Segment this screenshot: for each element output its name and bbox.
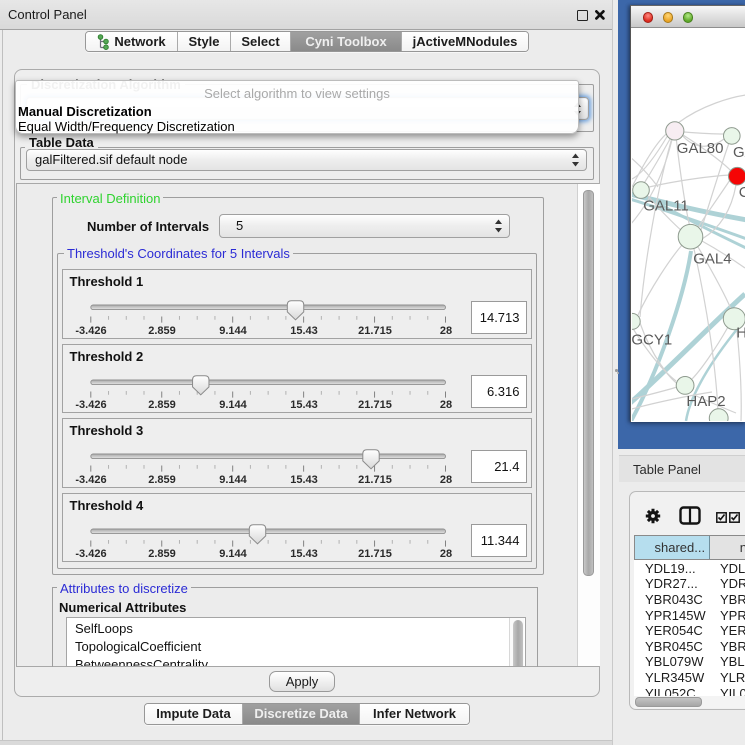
svg-text:HAP2: HAP2 — [686, 393, 725, 410]
svg-text:GAL11: GAL11 — [643, 198, 689, 215]
svg-text:GAL80: GAL80 — [677, 140, 724, 157]
svg-text:GAL4: GAL4 — [693, 251, 731, 268]
svg-text:C: C — [739, 184, 745, 201]
svg-text:GCY1: GCY1 — [632, 331, 672, 348]
svg-text:GA: GA — [733, 144, 745, 161]
svg-text:H: H — [736, 325, 745, 342]
